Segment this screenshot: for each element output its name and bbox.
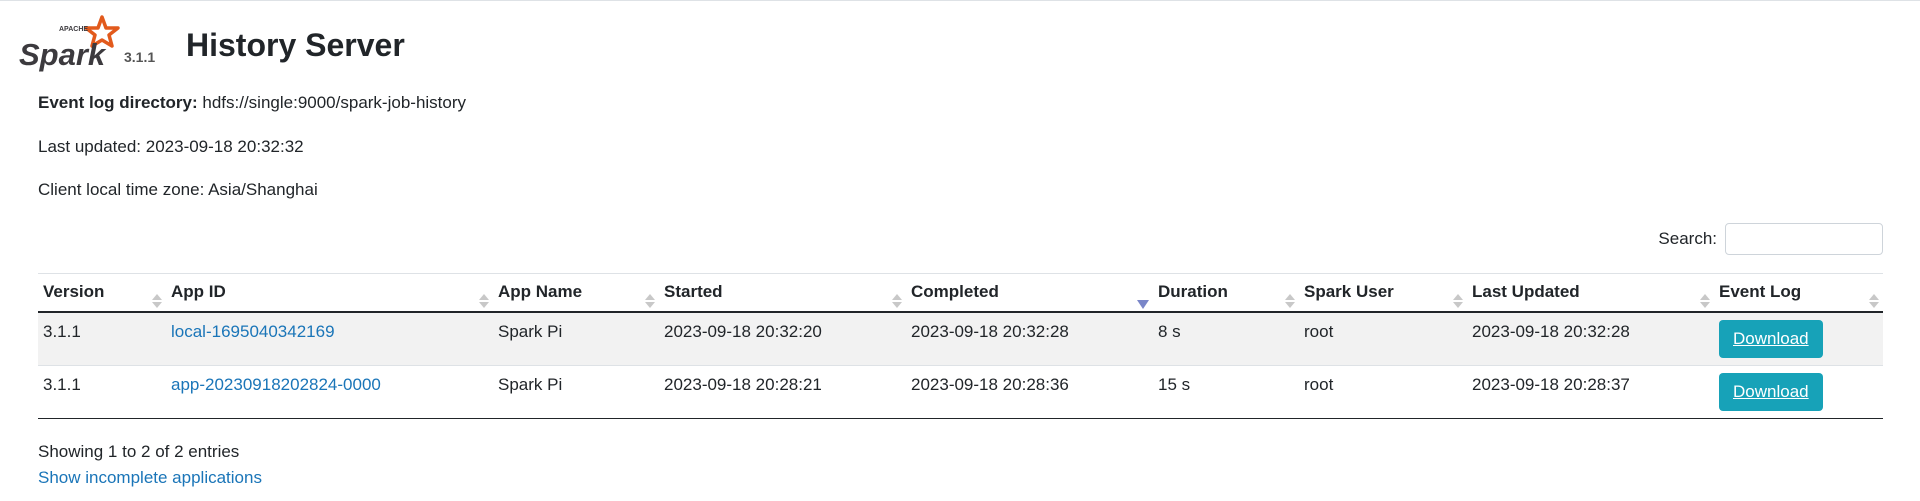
sort-icon: [1285, 293, 1295, 308]
search-box: Search:: [1658, 223, 1883, 255]
column-header-started[interactable]: Started: [659, 273, 906, 313]
svg-text:Spark: Spark: [19, 37, 107, 72]
column-header-event-log[interactable]: Event Log: [1714, 273, 1883, 313]
cell-app-id: app-20230918202824-0000: [166, 365, 493, 419]
sort-icon: [479, 293, 489, 308]
event-log-directory: Event log directory: hdfs://single:9000/…: [38, 93, 466, 113]
cell-version: 3.1.1: [38, 311, 166, 366]
cell-event-log: Download: [1714, 365, 1883, 419]
download-button[interactable]: Download: [1719, 319, 1823, 358]
table-header-row: Version App ID App Name Started Complete…: [38, 273, 1883, 313]
show-incomplete-link[interactable]: Show incomplete applications: [38, 468, 262, 488]
sort-icon: [645, 293, 655, 308]
app-id-link[interactable]: app-20230918202824-0000: [171, 375, 381, 394]
last-updated-text: Last updated: 2023-09-18 20:32:32: [38, 137, 304, 156]
cell-last-updated: 2023-09-18 20:28:37: [1467, 365, 1714, 419]
page-header: APACHE Spark 3.1.1 History Server: [19, 15, 919, 75]
cell-last-updated: 2023-09-18 20:32:28: [1467, 311, 1714, 366]
spark-logo[interactable]: APACHE Spark: [19, 15, 125, 73]
cell-duration: 8 s: [1153, 311, 1299, 366]
sort-icon: [1700, 293, 1710, 308]
applications-table: Version App ID App Name Started Complete…: [38, 273, 1883, 419]
sort-icon: [1869, 293, 1879, 308]
sort-icon: [152, 293, 162, 308]
cell-app-name: Spark Pi: [493, 365, 659, 419]
spark-version: 3.1.1: [124, 49, 156, 65]
event-log-value: hdfs://single:9000/spark-job-history: [202, 93, 467, 112]
timezone-text: Client local time zone: Asia/Shanghai: [38, 180, 318, 199]
column-header-completed[interactable]: Completed: [906, 273, 1153, 313]
column-header-last-updated[interactable]: Last Updated: [1467, 273, 1714, 313]
sort-icon: [892, 293, 902, 308]
entries-info: Showing 1 to 2 of 2 entries: [38, 442, 240, 461]
column-header-spark-user[interactable]: Spark User: [1299, 273, 1467, 313]
cell-spark-user: root: [1299, 311, 1467, 366]
cell-version: 3.1.1: [38, 365, 166, 419]
column-header-app-name[interactable]: App Name: [493, 273, 659, 313]
event-log-label: Event log directory:: [38, 93, 198, 112]
cell-app-id: local-1695040342169: [166, 311, 493, 366]
search-label: Search:: [1658, 229, 1717, 248]
svg-text:APACHE: APACHE: [59, 26, 88, 33]
app-id-link[interactable]: local-1695040342169: [171, 322, 335, 341]
cell-completed: 2023-09-18 20:28:36: [906, 365, 1153, 419]
cell-completed: 2023-09-18 20:32:28: [906, 311, 1153, 366]
page-title: History Server: [186, 27, 405, 63]
cell-app-name: Spark Pi: [493, 311, 659, 366]
table-row: 3.1.1 app-20230918202824-0000 Spark Pi 2…: [38, 365, 1883, 419]
column-header-app-id[interactable]: App ID: [166, 273, 493, 313]
table-row: 3.1.1 local-1695040342169 Spark Pi 2023-…: [38, 311, 1883, 366]
cell-spark-user: root: [1299, 365, 1467, 419]
cell-event-log: Download: [1714, 311, 1883, 366]
cell-started: 2023-09-18 20:28:21: [659, 365, 906, 419]
cell-duration: 15 s: [1153, 365, 1299, 419]
column-header-duration[interactable]: Duration: [1153, 273, 1299, 313]
sort-icon: [1453, 293, 1463, 308]
sort-descending-icon: [1137, 299, 1149, 309]
download-button[interactable]: Download: [1719, 372, 1823, 411]
cell-started: 2023-09-18 20:32:20: [659, 311, 906, 366]
column-header-version[interactable]: Version: [38, 273, 166, 313]
search-input[interactable]: [1725, 223, 1883, 255]
